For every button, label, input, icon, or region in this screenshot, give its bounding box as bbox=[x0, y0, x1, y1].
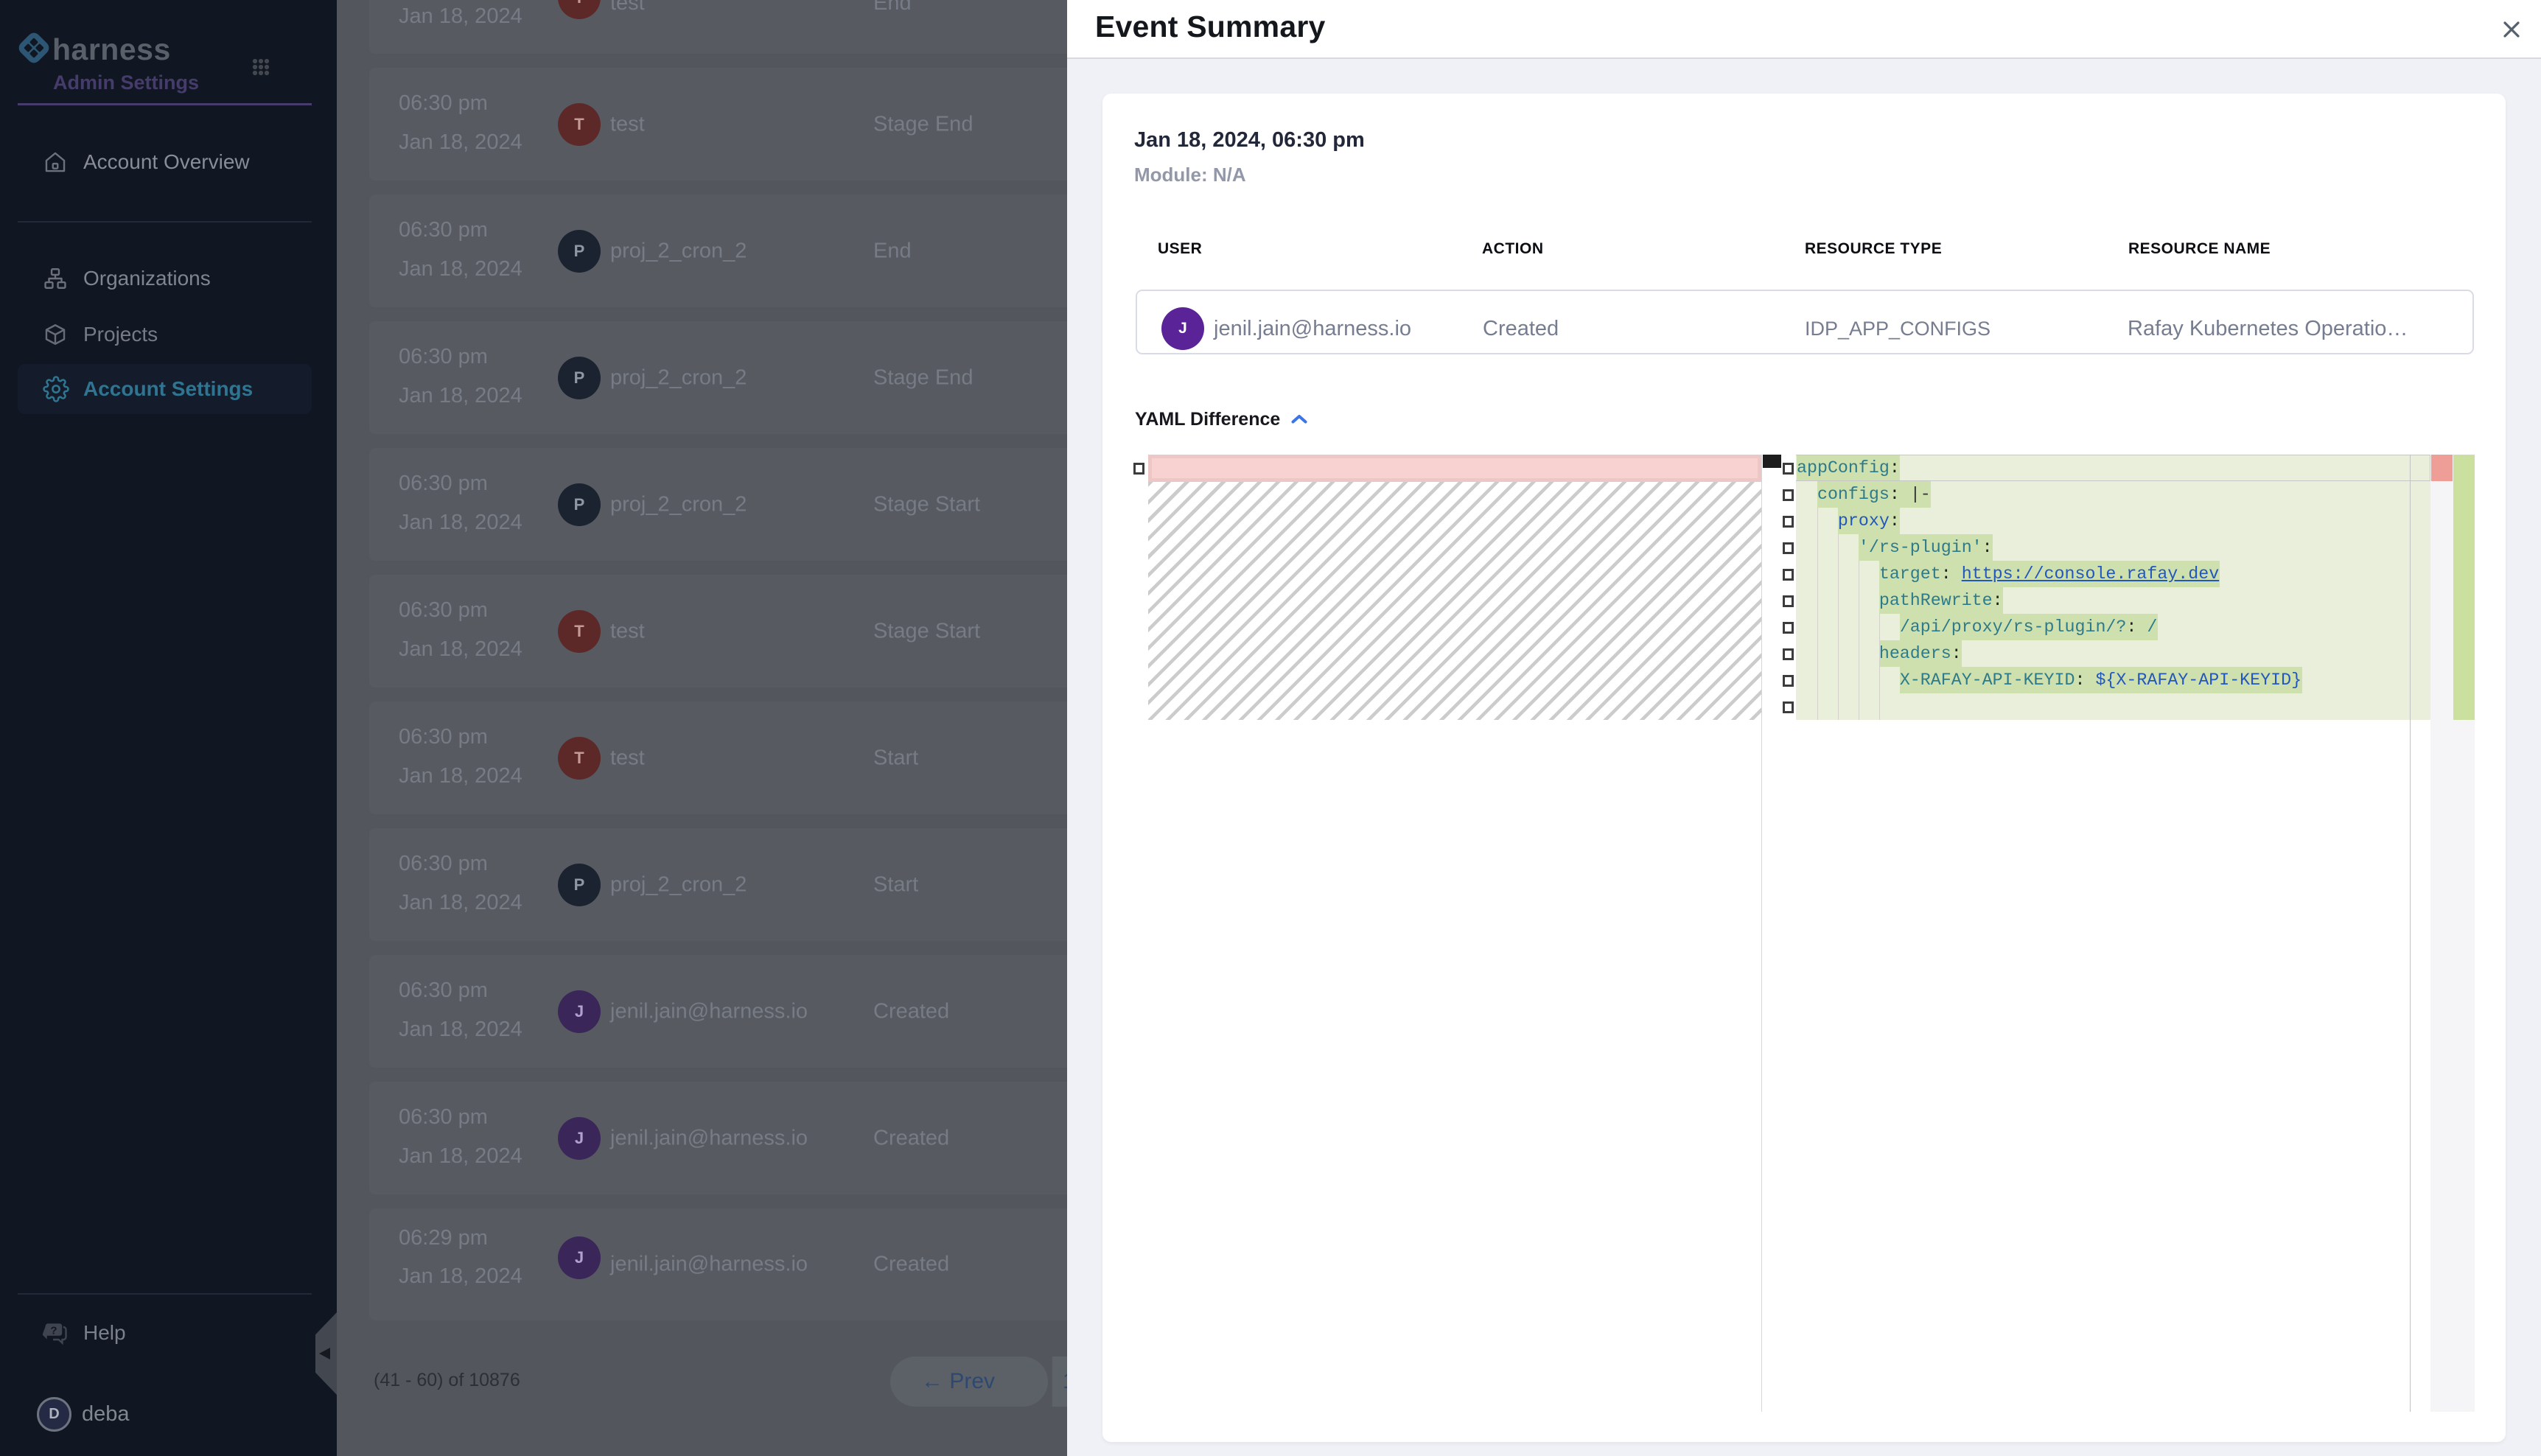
svg-text:?: ? bbox=[50, 1325, 57, 1337]
